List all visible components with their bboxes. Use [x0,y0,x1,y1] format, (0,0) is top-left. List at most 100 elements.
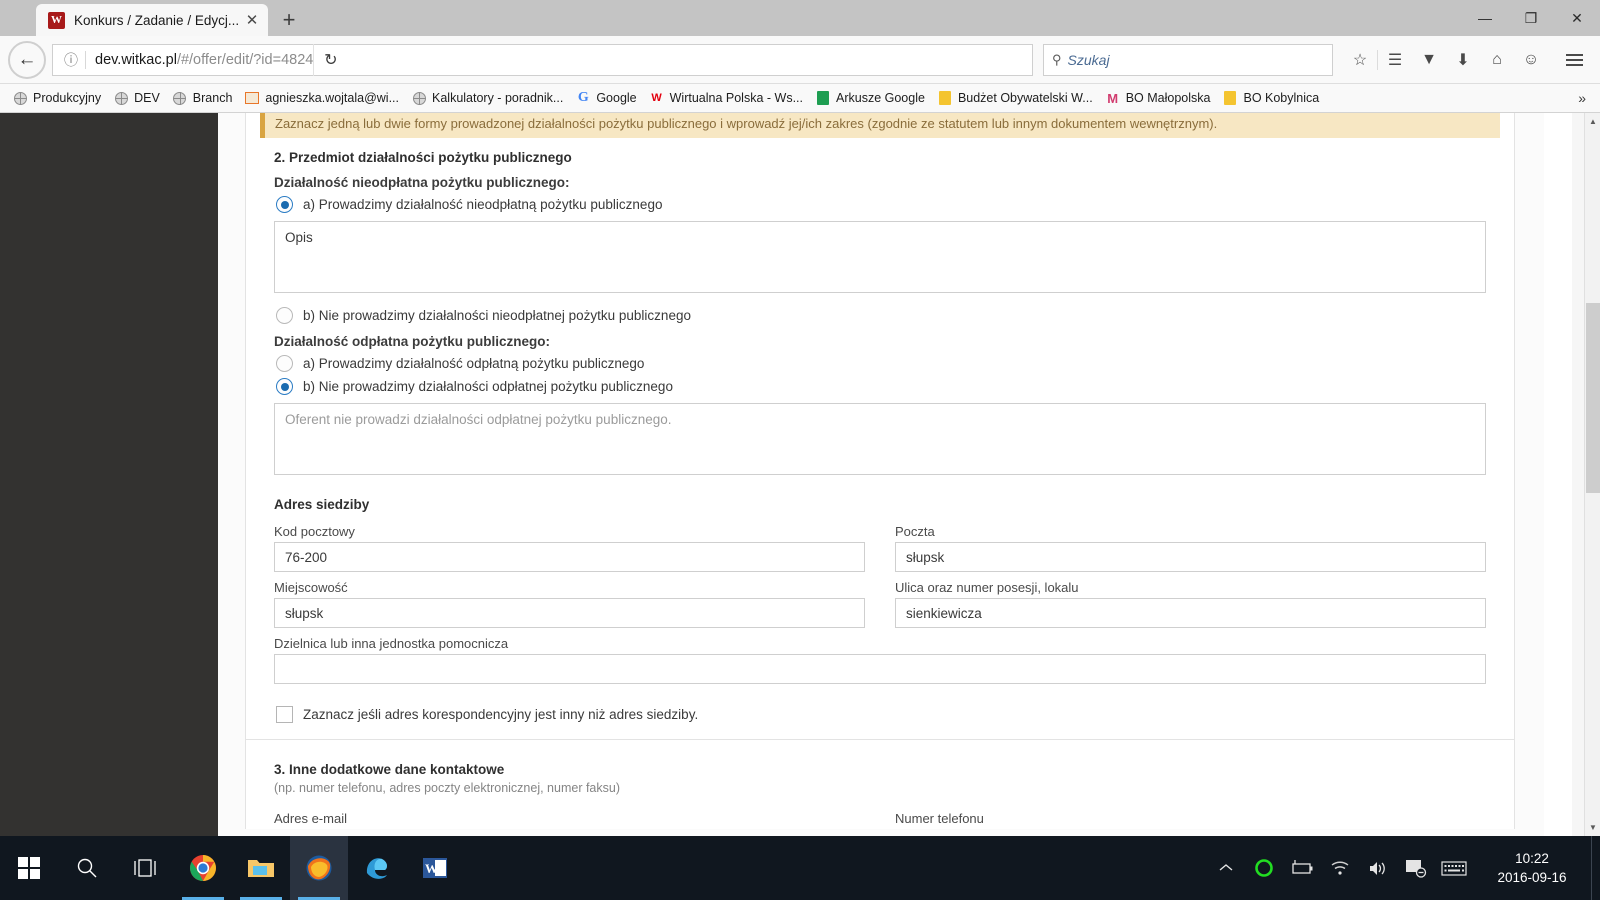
back-button-icon[interactable]: ← [8,40,46,79]
windows-taskbar: W 10:22 2016-09-16 [0,836,1600,900]
radio-label: b) Nie prowadzimy działalności odpłatnej… [303,379,673,394]
bookmark-item[interactable]: DEV [107,86,166,110]
dzielnica-input[interactable] [274,654,1486,684]
tab-favicon-icon: W [48,11,65,29]
scrollbar-gutter [1572,113,1584,836]
reading-list-icon[interactable]: ☰ [1378,42,1412,78]
taskbar-app-firefox[interactable] [290,836,348,900]
minimize-button[interactable]: — [1462,0,1508,36]
bookmark-label: Arkusze Google [836,91,925,105]
pocket-icon[interactable]: ▼ [1412,42,1446,78]
task-view-button[interactable] [116,836,174,900]
radio-icon[interactable] [276,355,293,372]
reload-icon[interactable]: ↻ [313,43,347,76]
bookmark-item[interactable]: Produkcyjny [6,86,107,110]
bookmark-label: Google [596,91,637,105]
bookmark-item[interactable]: Kalkulatory - poradnik... [405,86,569,110]
radio-icon[interactable] [276,378,293,395]
account-icon[interactable]: ☺ [1514,42,1548,78]
bookmark-item[interactable]: Budżet Obywatelski W... [931,86,1099,110]
wifi-icon[interactable] [1321,836,1359,900]
maximize-button[interactable]: ❐ [1508,0,1554,36]
globe-icon [411,90,427,106]
firefox-icon [306,855,332,881]
taskbar-app-word[interactable]: W [406,836,464,900]
kod-pocztowy-group: Kod pocztowy 76-200 [274,516,865,572]
radio-nieodplatna-b[interactable]: b) Nie prowadzimy działalności nieodpłat… [276,307,1500,324]
page-viewport: Zaznacz jedną lub dwie formy prowadzonej… [0,113,1600,836]
home-icon[interactable]: ⌂ [1480,42,1514,78]
bookmark-label: BO Małopolska [1125,91,1211,105]
adres-row-2: Miejscowość słupsk Ulica oraz numer pose… [274,572,1486,628]
windows-logo-icon [18,857,40,879]
bookmark-star-icon[interactable]: ☆ [1343,42,1377,78]
start-button[interactable] [0,836,58,900]
bookmarks-overflow-icon[interactable]: » [1570,90,1594,106]
nieodplatna-textarea[interactable]: Opis [274,221,1486,293]
keyboard-icon[interactable] [1435,836,1473,900]
antivirus-status-icon[interactable] [1245,836,1283,900]
chrome-icon [190,855,216,881]
radio-odplatna-a[interactable]: a) Prowadzimy działalność odpłatną pożyt… [276,355,1500,372]
menu-hamburger-icon[interactable] [1556,42,1592,78]
page-scrollbar[interactable]: ▲ ▼ [1584,113,1600,836]
google-icon: G [577,90,589,105]
taskbar-app-explorer[interactable] [232,836,290,900]
ulica-input[interactable]: sienkiewicza [895,598,1486,628]
show-desktop-button[interactable] [1591,836,1600,900]
poczta-group: Poczta słupsk [895,516,1486,572]
bookmark-item[interactable]: BO Kobylnica [1216,86,1325,110]
window-controls: — ❐ ✕ [1462,0,1600,36]
battery-icon[interactable] [1283,836,1321,900]
miejscowosc-input[interactable]: słupsk [274,598,865,628]
poczta-input[interactable]: słupsk [895,542,1486,572]
bookmark-label: agnieszka.wojtala@wi... [265,91,399,105]
site-identity-icon[interactable]: ⓘ [57,50,85,70]
system-tray: 10:22 2016-09-16 [1207,836,1600,900]
radio-nieodplatna-a[interactable]: a) Prowadzimy działalność nieodpłatną po… [276,196,1500,213]
miejscowosc-label: Miejscowość [274,580,348,595]
action-center-icon[interactable] [1397,836,1435,900]
search-bar[interactable]: ⚲ Szukaj [1043,43,1333,76]
bookmark-item[interactable]: Arkusze Google [809,86,931,110]
downloads-icon[interactable]: ⬇ [1446,42,1480,78]
radio-odplatna-b[interactable]: b) Nie prowadzimy działalności odpłatnej… [276,378,1500,395]
bookmark-item[interactable]: agnieszka.wojtala@wi... [238,86,405,110]
app-sidebar [0,113,218,836]
bookmark-item[interactable]: W Wirtualna Polska - Ws... [643,86,809,110]
close-window-button[interactable]: ✕ [1554,0,1600,36]
bookmark-item[interactable]: Branch [166,86,239,110]
taskbar-clock[interactable]: 10:22 2016-09-16 [1473,836,1591,900]
url-host: dev.witkac.pl [95,51,177,68]
scroll-up-icon[interactable]: ▲ [1585,113,1600,130]
taskbar-app-edge[interactable] [348,836,406,900]
checkbox-label: Zaznacz jeśli adres korespondencyjny jes… [303,707,699,722]
address-bar-separator [85,50,86,69]
bookmark-label: Kalkulatory - poradnik... [432,91,564,105]
address-bar-text: dev.witkac.pl/#/offer/edit/?id=4824 [95,52,313,68]
kod-pocztowy-input[interactable]: 76-200 [274,542,865,572]
odplatna-textarea[interactable]: Oferent nie prowadzi działalności odpłat… [274,403,1486,475]
browser-tab[interactable]: W Konkurs / Zadanie / Edycj... ✕ [36,4,268,36]
tray-expand-chevron-icon[interactable] [1207,836,1245,900]
keep-icon [1222,90,1238,106]
taskbar-app-chrome[interactable] [174,836,232,900]
radio-label: a) Prowadzimy działalność nieodpłatną po… [303,197,663,212]
address-bar[interactable]: ⓘ dev.witkac.pl/#/offer/edit/?id=4824 ↻ [52,43,1033,76]
mail-icon [244,90,260,106]
scroll-down-icon[interactable]: ▼ [1585,819,1600,836]
checkbox-icon[interactable] [276,706,293,723]
radio-icon[interactable] [276,307,293,324]
adres-korespondencyjny-row[interactable]: Zaznacz jeśli adres korespondencyjny jes… [276,706,1500,739]
new-tab-button[interactable]: + [272,6,306,36]
tab-close-icon[interactable]: ✕ [242,10,262,30]
miejscowosc-group: Miejscowość słupsk [274,572,865,628]
svg-text:W: W [425,861,438,876]
bookmark-label: Wirtualna Polska - Ws... [669,91,803,105]
radio-icon[interactable] [276,196,293,213]
bookmark-item[interactable]: M BO Małopolska [1099,86,1217,110]
volume-icon[interactable] [1359,836,1397,900]
bookmark-item[interactable]: G Google [569,86,642,110]
taskbar-search-button[interactable] [58,836,116,900]
scrollbar-thumb[interactable] [1586,303,1600,493]
